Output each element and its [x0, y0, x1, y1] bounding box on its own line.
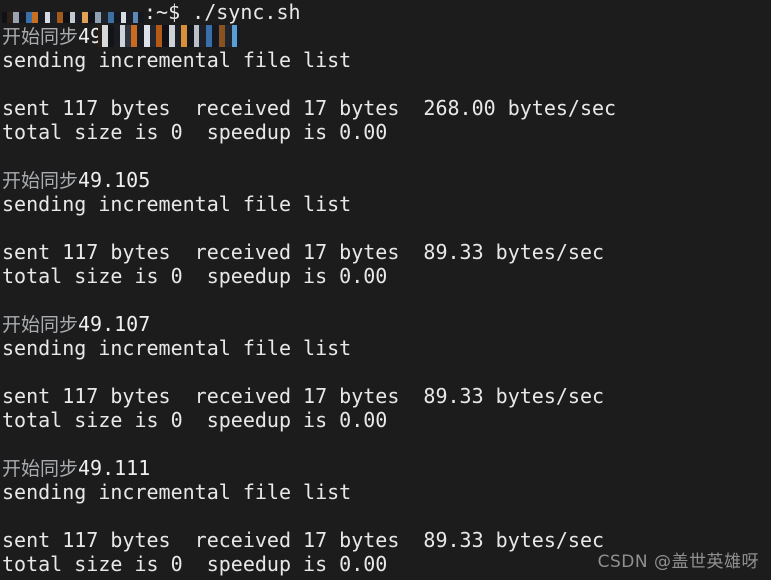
sync-start-line: 开始同步49.111: [2, 456, 771, 480]
sync-start-line: 开始同步49.107: [2, 312, 771, 336]
terminal-window[interactable]: :~$ ./sync.sh 开始同步49.171 sending increme…: [0, 0, 771, 580]
terminal-output[interactable]: :~$ ./sync.sh 开始同步49.171 sending increme…: [2, 0, 771, 580]
file-list-line: sending incremental file list: [2, 192, 352, 216]
transfer-stats-line: sent 117 bytes received 17 bytes 89.33 b…: [2, 384, 605, 408]
transfer-stats-line: sent 117 bytes received 17 bytes 268.00 …: [2, 96, 617, 120]
mosaic-redaction-icon: [98, 25, 241, 47]
sync-start-value: 49.105: [78, 168, 151, 192]
transfer-stats-line: sent 117 bytes received 17 bytes 89.33 b…: [2, 240, 605, 264]
sync-start-value: 49.107: [78, 312, 151, 336]
redacted-username-host: [2, 1, 241, 47]
totals-line: total size is 0 speedup is 0.00: [2, 408, 388, 432]
prompt-command: ./sync.sh: [192, 0, 301, 24]
sync-start-label: 开始同步: [2, 314, 79, 336]
transfer-stats-line: sent 117 bytes received 17 bytes 89.33 b…: [2, 528, 605, 552]
file-list-line: sending incremental file list: [2, 336, 352, 360]
totals-line: total size is 0 speedup is 0.00: [2, 120, 388, 144]
sync-start-value: 49.111: [78, 456, 151, 480]
mosaic-redaction-row2-icon: [2, 12, 144, 23]
shell-prompt-line: :~$ ./sync.sh: [2, 0, 771, 47]
totals-line: total size is 0 speedup is 0.00: [2, 264, 388, 288]
sync-start-line: 开始同步49.105: [2, 168, 771, 192]
sync-start-label: 开始同步: [2, 458, 79, 480]
sync-start-label: 开始同步: [2, 170, 79, 192]
file-list-line: sending incremental file list: [2, 480, 352, 504]
csdn-watermark: CSDN @盖世英雄呀: [597, 552, 759, 572]
prompt-symbol: :~$: [144, 0, 193, 24]
file-list-line: sending incremental file list: [2, 48, 352, 72]
